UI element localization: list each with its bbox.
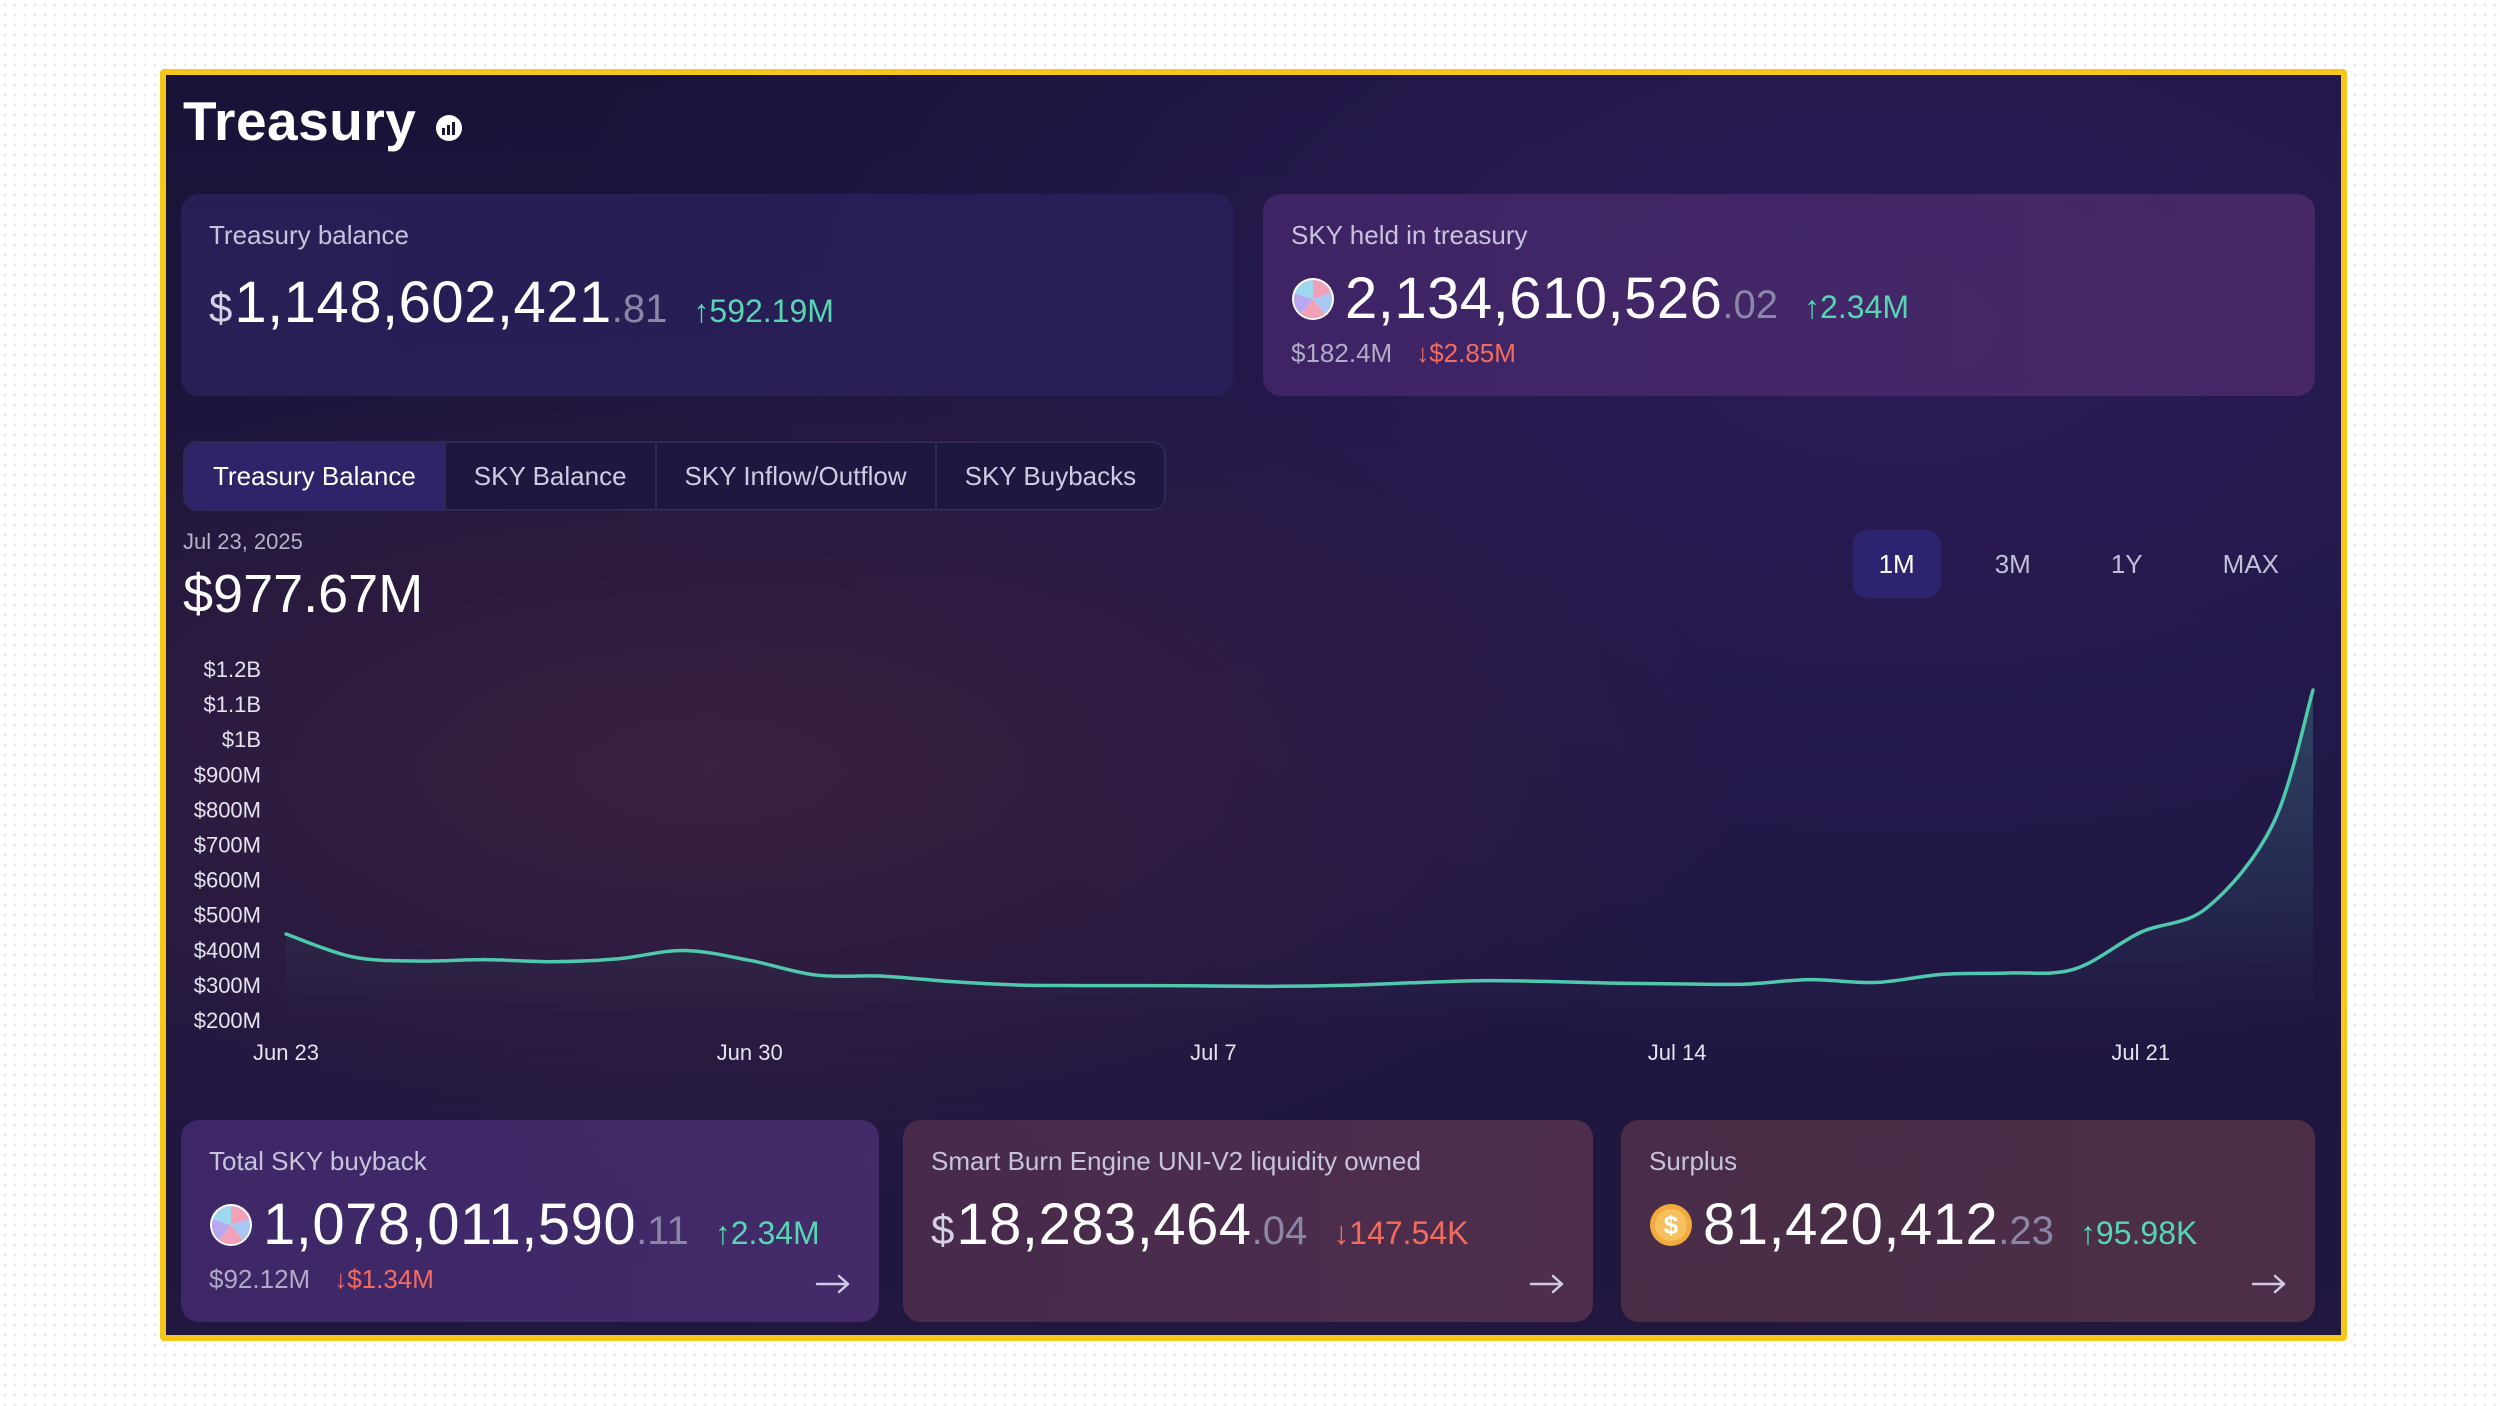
x-tick-label: Jul 21	[2111, 1040, 2170, 1065]
sky-token-icon	[210, 1203, 252, 1246]
data-point	[1210, 983, 1216, 989]
buyback-decimals: .11	[636, 1209, 689, 1253]
data-point	[747, 957, 753, 963]
currency-symbol: $	[931, 1206, 955, 1253]
y-tick-label: $800M	[194, 797, 261, 822]
total-sky-buyback-card[interactable]: Total SKY buyback 1,078,011,590 .11 ↑2.3…	[181, 1120, 879, 1322]
data-point	[1475, 978, 1481, 984]
data-point	[680, 948, 686, 954]
y-tick-label: $600M	[194, 868, 261, 893]
buyback-usd-value: $92.12M	[209, 1264, 311, 1294]
data-point	[614, 956, 620, 962]
y-tick-label: $1B	[222, 727, 261, 752]
data-point	[2270, 820, 2276, 826]
y-tick-label: $500M	[194, 903, 261, 928]
card-label: Smart Burn Engine UNI-V2 liquidity owned	[931, 1146, 1421, 1176]
smart-burn-value: 18,283,464	[956, 1192, 1252, 1257]
y-tick-label: $900M	[194, 762, 261, 787]
data-point	[1939, 971, 1945, 977]
data-point	[548, 959, 554, 965]
arrow-right-icon[interactable]	[2251, 1274, 2287, 1294]
x-tick-label: Jun 30	[717, 1040, 783, 1065]
series-line[interactable]	[284, 688, 2315, 989]
data-point	[1674, 981, 1680, 987]
treasury-panel: Treasury Treasury balance $ 1,148,602,42…	[160, 69, 2347, 1341]
y-tick-label: $400M	[194, 938, 261, 963]
data-point	[1078, 983, 1084, 989]
buyback-usd-row: $92.12M ↓$1.34M	[209, 1264, 851, 1295]
data-point	[1343, 982, 1349, 988]
x-tick-label: Jul 7	[1190, 1040, 1236, 1065]
data-point	[2005, 970, 2011, 976]
data-point	[1873, 979, 1879, 985]
surplus-value: 81,420,412	[1703, 1192, 1999, 1257]
data-point	[349, 954, 355, 960]
data-point	[1807, 977, 1813, 983]
surplus-card[interactable]: Surplus $ 81,420,412 .23 ↑95.98K	[1621, 1120, 2315, 1322]
smart-burn-decimals: .04	[1251, 1209, 1308, 1253]
data-point	[2138, 929, 2144, 935]
x-tick-label: Jul 14	[1648, 1040, 1707, 1065]
buyback-usd-change: ↓$1.34M	[334, 1264, 434, 1294]
smart-burn-engine-card[interactable]: Smart Burn Engine UNI-V2 liquidity owned…	[903, 1120, 1593, 1322]
smart-burn-value-row: $ 18,283,464 .04 ↓147.54K	[931, 1191, 1565, 1258]
arrow-right-icon[interactable]	[1529, 1274, 1565, 1294]
arrow-right-icon[interactable]	[815, 1274, 851, 1294]
data-point	[1277, 983, 1283, 989]
data-point	[2072, 966, 2078, 972]
data-point	[1409, 980, 1415, 986]
y-tick-label: $1.2B	[204, 657, 262, 682]
dollar-coin-icon: $	[1650, 1203, 1692, 1246]
data-point	[2310, 687, 2316, 693]
data-point	[813, 972, 819, 978]
data-point	[1542, 978, 1548, 984]
data-point	[283, 931, 289, 937]
card-label: Surplus	[1649, 1146, 1738, 1176]
svg-text:$: $	[1664, 1210, 1679, 1240]
x-tick-label: Jun 23	[253, 1040, 319, 1065]
data-point	[1740, 981, 1746, 987]
surplus-value-row: $ 81,420,412 .23 ↑95.98K	[1649, 1191, 2287, 1258]
y-tick-label: $300M	[194, 973, 261, 998]
card-label: Total SKY buyback	[209, 1146, 427, 1176]
data-point	[482, 957, 488, 963]
y-tick-label: $1.1B	[204, 692, 262, 717]
smart-burn-change: ↓147.54K	[1333, 1215, 1469, 1251]
data-point	[1608, 980, 1614, 986]
y-tick-label: $700M	[194, 833, 261, 858]
data-point	[2204, 905, 2210, 911]
data-point	[945, 978, 951, 984]
data-point	[1012, 982, 1018, 988]
data-point	[415, 958, 421, 964]
y-tick-label: $200M	[194, 1008, 261, 1033]
buyback-value-row: 1,078,011,590 .11 ↑2.34M	[209, 1191, 851, 1258]
buyback-value: 1,078,011,590	[263, 1192, 637, 1257]
data-point	[879, 973, 885, 979]
data-point	[1144, 983, 1150, 989]
treasury-balance-chart: $1.2B $1.1B $1B $900M $800M $700M $600M $500M $4…	[194, 657, 2316, 1065]
surplus-decimals: .23	[1998, 1209, 2054, 1253]
buyback-change: ↑2.34M	[714, 1215, 820, 1251]
surplus-change: ↑95.98K	[2079, 1215, 2198, 1251]
